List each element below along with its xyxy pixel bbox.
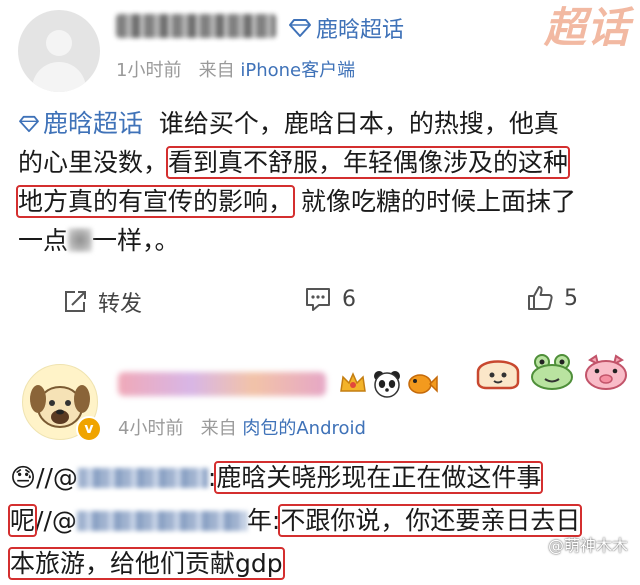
reply-meta: 4小时前 来自 肉包的Android [118,414,366,440]
brand-watermark: 超话 [543,3,630,52]
repost-chain-prefix: //@ [35,506,77,535]
post-from-label: 来自 [198,60,235,81]
mention-link[interactable] [76,506,247,535]
post-meta: 1小时前 来自 iPhone客户端 [116,56,355,82]
repost-button[interactable]: 转发 [62,286,142,318]
content-line: 的心里没数，看到真不舒服，年轻偶像涉及的这种 [18,143,618,182]
post-source[interactable]: iPhone客户端 [240,60,355,81]
comment-icon [306,288,330,311]
author-watermark: @萌神木木 [547,536,628,555]
inline-topic-link[interactable]: 鹿晗超话 [18,109,143,138]
diamond-icon [289,19,311,37]
like-count: 5 [564,285,578,311]
user-badges [338,368,438,398]
content-text: 谁给买个，鹿晗日本，的热搜，他真 [158,109,559,138]
action-bar: 转发 6 5 [0,282,640,322]
sweat-emoji-icon: 😓 [10,463,37,492]
content-line: 一点 一样，。 [18,221,618,260]
blurred-reply-username[interactable] [118,372,326,396]
comment-button[interactable]: 6 [304,286,356,312]
comment-count: 6 [342,286,356,312]
post-content: 鹿晗超话 谁给买个，鹿晗日本，的热搜，他真 的心里没数，看到真不舒服，年轻偶像涉… [15,104,618,260]
reply-time: 4小时前 [118,418,184,439]
content-line: 地方真的有宣传的影响， 就像吃糖的时候上面抹了 [15,182,618,221]
like-icon [528,286,553,310]
highlighted-text: 本旅游，给他们贡献gdp [8,547,285,580]
user-avatar[interactable] [18,10,100,92]
blurred-mention [76,511,247,531]
content-text: 就像吃糖的时候上面抹了 [300,187,576,216]
frog-sticker-icon [531,354,573,390]
content-text: 一样，。 [92,226,180,255]
verified-badge-icon: v [76,416,102,442]
super-topic-label: 鹿晗超话 [316,18,405,43]
inline-topic-label: 鹿晗超话 [43,109,144,138]
reply-line: 本旅游，给他们贡献gdp [8,542,630,585]
content-text: 的心里没数， [18,148,169,177]
censored-smudge [68,228,93,252]
panda-badge-icon [374,371,400,398]
repost-chain-prefix: //@ [36,463,78,492]
reply-line: 呢//@ 年:不跟你说，你还要亲日去日 [7,499,630,542]
bread-sticker-icon [476,360,520,390]
content-line: 鹿晗超话 谁给买个，鹿晗日本，的热搜，他真 [18,104,618,143]
diamond-icon [19,115,39,133]
highlighted-text: 看到真不舒服，年轻偶像涉及的这种 [166,146,571,179]
mention-link[interactable] [77,463,208,492]
avatar-placeholder-body [32,62,86,92]
avatar-placeholder-head [46,30,72,56]
highlighted-text: 呢 [7,504,38,537]
reply-content: 😓//@:鹿晗关晓彤现在正在做这件事 呢//@ 年:不跟你说，你还要亲日去日 本旅… [7,456,630,585]
reply-from-label: 来自 [200,418,237,439]
super-topic-tag[interactable]: 鹿晗超话 [288,12,404,44]
reply-line: 😓//@:鹿晗关晓彤现在正在做这件事 [10,456,630,499]
repost-icon [65,291,86,312]
blurred-mention [77,468,208,488]
highlighted-text: 不跟你说，你还要亲日去日 [278,504,583,537]
highlighted-text: 鹿晗关晓彤现在正在做这件事 [214,461,544,494]
repost-chain-suffix: 年: [246,506,281,535]
content-text: 一点 [18,226,69,255]
sticker-decorations [474,352,630,392]
blurred-username[interactable] [116,14,276,38]
highlighted-text: 地方真的有宣传的影响， [15,185,296,218]
post-time: 1小时前 [116,60,182,81]
fish-badge-icon [408,374,438,394]
like-button[interactable]: 5 [526,284,578,312]
reply-source[interactable]: 肉包的Android [242,418,366,439]
crown-badge-icon [340,372,366,392]
repost-label: 转发 [98,292,143,317]
pig-sticker-icon [585,354,627,390]
